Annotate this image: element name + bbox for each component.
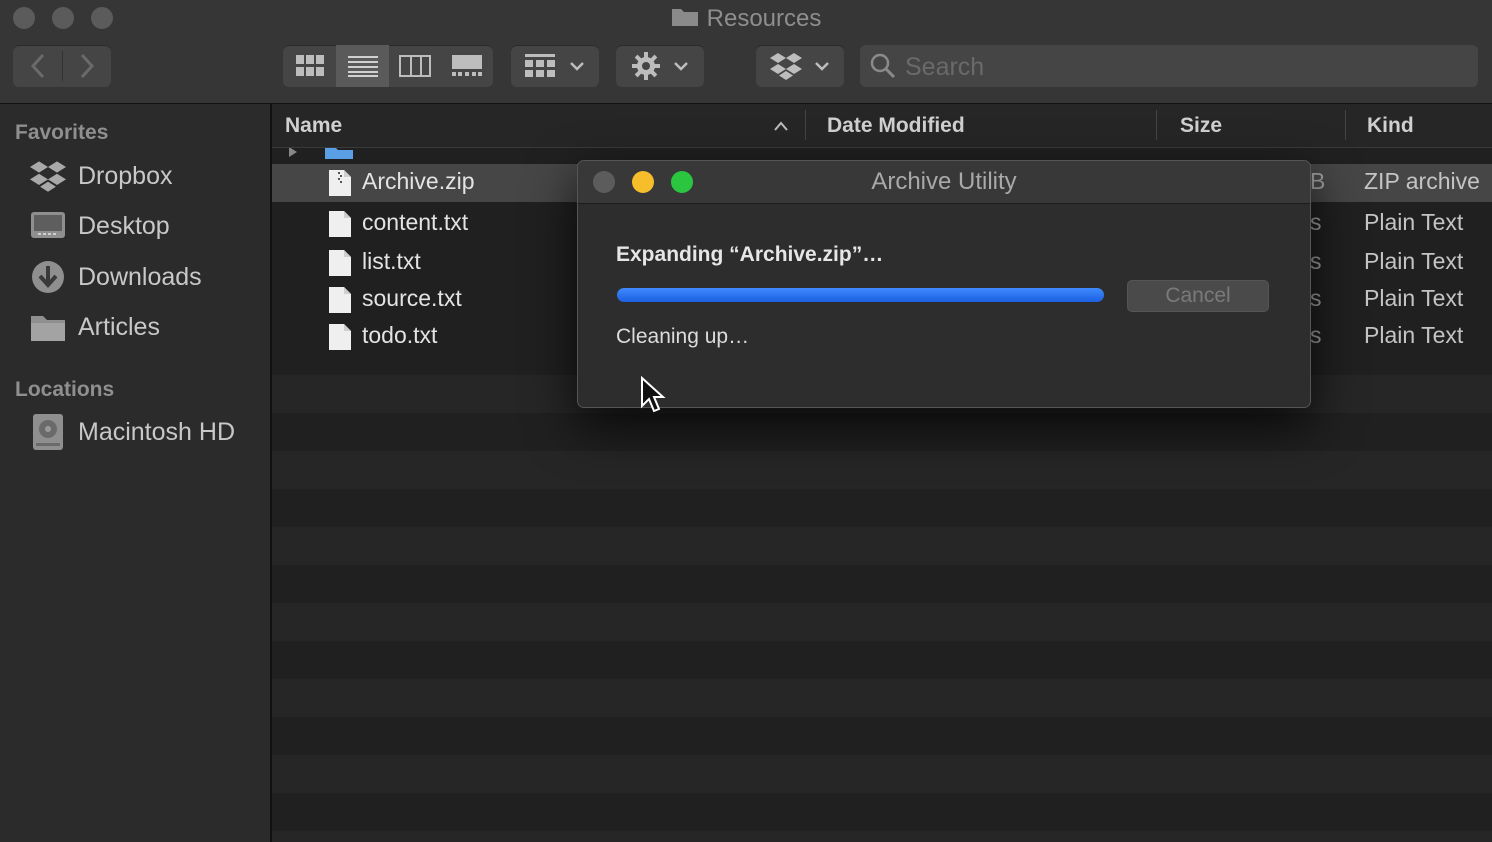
- sidebar-item-label: Macintosh HD: [78, 417, 235, 446]
- folder-icon: [31, 316, 65, 341]
- search-placeholder: Search: [905, 53, 985, 81]
- action-menu-button[interactable]: [616, 45, 704, 87]
- search-icon: [870, 53, 896, 79]
- column-date-header[interactable]: Date Modified: [827, 114, 965, 138]
- column-size-header[interactable]: Size: [1180, 114, 1222, 138]
- window-title: Resources: [0, 4, 1492, 35]
- search-input[interactable]: Search: [860, 45, 1478, 87]
- dropbox-icon: [30, 161, 66, 192]
- column-name-header[interactable]: Name: [285, 114, 342, 138]
- column-header: Name Date Modified Size Kind: [272, 104, 1492, 148]
- gallery-icon: [452, 55, 482, 76]
- window-title-text: Resources: [706, 5, 822, 32]
- file-kind: Plain Text: [1364, 322, 1464, 348]
- file-kind: Plain Text: [1364, 209, 1464, 235]
- view-mode-control: [283, 45, 493, 87]
- file-name: Archive.zip: [362, 168, 475, 194]
- window-toolbar: Resources Search: [0, 0, 1492, 104]
- progress-fill: [617, 288, 1104, 302]
- file-kind: ZIP archive: [1364, 168, 1480, 194]
- file-size: s: [1310, 322, 1322, 348]
- sidebar-item-articles[interactable]: Articles: [30, 307, 160, 347]
- sidebar-item-label: Dropbox: [78, 161, 173, 190]
- chevron-down-icon: [815, 62, 829, 71]
- text-file-icon: [328, 286, 352, 319]
- dropbox-icon: [770, 53, 802, 80]
- column-kind-header[interactable]: Kind: [1367, 114, 1414, 138]
- column-view-button[interactable]: [389, 45, 441, 87]
- file-size: s: [1310, 285, 1322, 311]
- folder-icon: [671, 5, 699, 35]
- group-by-button[interactable]: [511, 45, 599, 87]
- file-name: content.txt: [362, 209, 469, 235]
- sidebar-item-label: Downloads: [78, 262, 202, 291]
- file-size: s: [1310, 248, 1322, 274]
- sidebar-item-label: Articles: [78, 312, 160, 341]
- downloads-icon: [32, 261, 64, 293]
- file-kind: Plain Text: [1364, 285, 1464, 311]
- gallery-view-button[interactable]: [441, 45, 493, 87]
- chevron-right-icon: [80, 53, 95, 79]
- columns-icon: [399, 55, 431, 77]
- dialog-status: Cleaning up…: [616, 325, 750, 348]
- text-file-icon: [328, 210, 352, 243]
- icon-view-button[interactable]: [283, 45, 336, 87]
- gear-icon: [632, 52, 660, 80]
- group-icon: [525, 54, 555, 77]
- desktop-icon: [31, 212, 65, 238]
- back-button[interactable]: [13, 45, 62, 87]
- mouse-cursor-icon: [641, 376, 666, 413]
- sidebar: Favorites Dropbox Desktop Downloads Arti…: [0, 104, 272, 842]
- sidebar-item-downloads[interactable]: Downloads: [30, 257, 202, 297]
- file-kind: Plain Text: [1364, 248, 1464, 274]
- file-size: s: [1310, 209, 1322, 235]
- archive-utility-dialog: Archive Utility Expanding “Archive.zip”……: [577, 160, 1311, 408]
- locations-heading: Locations: [15, 378, 115, 401]
- sidebar-item-desktop[interactable]: Desktop: [30, 206, 170, 246]
- file-name: source.txt: [362, 285, 462, 311]
- dialog-heading: Expanding “Archive.zip”…: [616, 243, 884, 266]
- hard-drive-icon: [33, 414, 63, 450]
- file-name: todo.txt: [362, 322, 438, 348]
- zip-file-icon: [328, 169, 352, 202]
- progress-bar: [617, 288, 1104, 302]
- sidebar-item-macintosh-hd[interactable]: Macintosh HD: [30, 412, 235, 452]
- chevron-down-icon: [570, 62, 584, 71]
- sidebar-item-label: Desktop: [78, 211, 170, 240]
- dialog-titlebar: Archive Utility: [578, 161, 1310, 204]
- list-icon: [347, 56, 378, 77]
- chevron-left-icon: [30, 53, 44, 79]
- chevron-down-icon: [674, 62, 688, 71]
- file-size: B: [1310, 168, 1326, 194]
- sort-ascending-icon[interactable]: [772, 120, 790, 132]
- grid-icon: [295, 55, 324, 76]
- file-name: list.txt: [362, 248, 421, 274]
- text-file-icon: [328, 249, 352, 282]
- forward-button[interactable]: [63, 45, 111, 87]
- history-nav: [13, 45, 111, 87]
- dialog-title: Archive Utility: [871, 168, 1017, 195]
- sidebar-item-dropbox[interactable]: Dropbox: [30, 156, 173, 196]
- favorites-heading: Favorites: [15, 121, 109, 144]
- cancel-button[interactable]: Cancel: [1127, 280, 1269, 312]
- dropbox-menu-button[interactable]: [756, 45, 844, 87]
- text-file-icon: [328, 323, 352, 356]
- list-view-button[interactable]: [336, 45, 389, 87]
